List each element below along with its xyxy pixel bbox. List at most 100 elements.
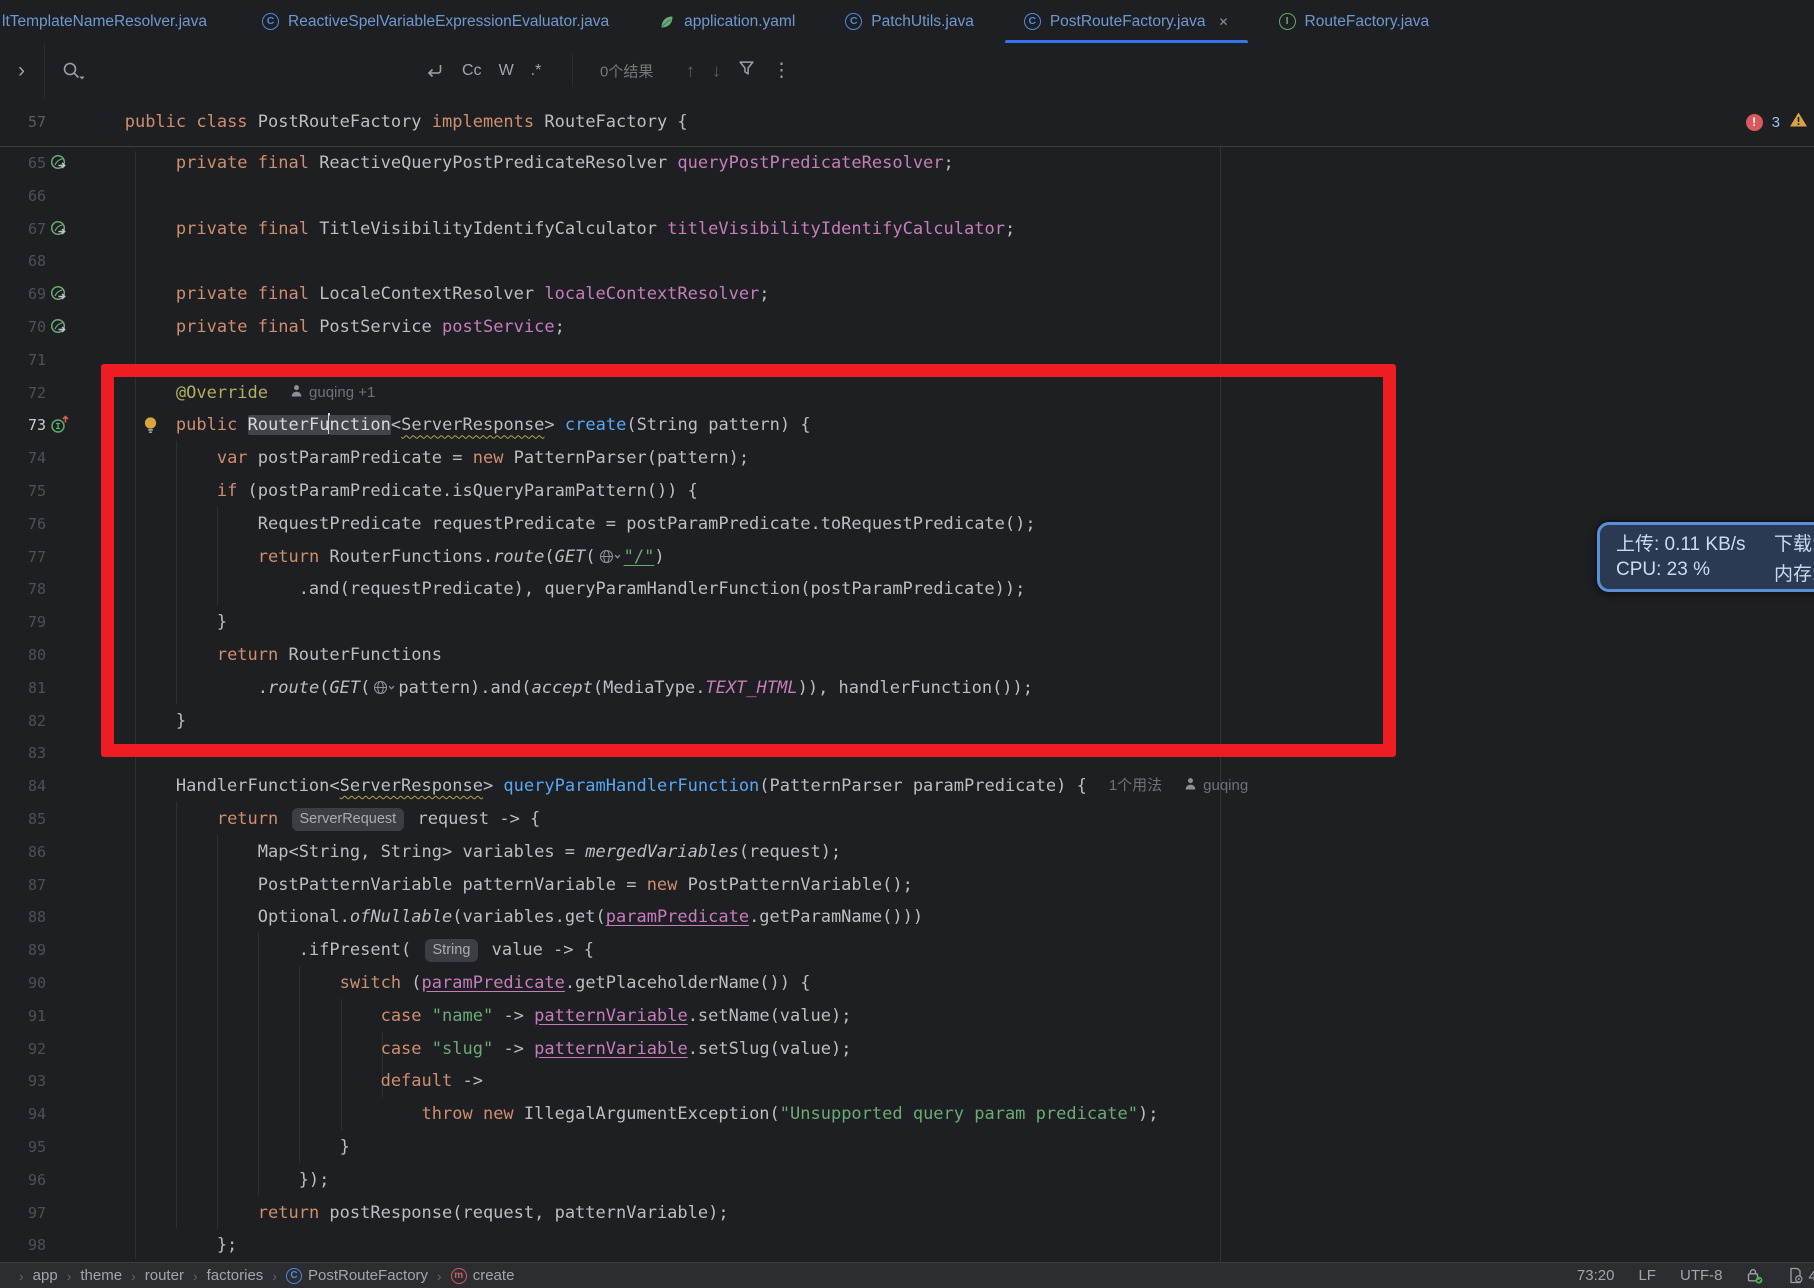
code-line-75[interactable]: 75 if (postParamPredicate.isQueryParamPa… (0, 475, 1814, 508)
line-number[interactable]: 98 (0, 1229, 46, 1262)
code-line-89[interactable]: 89 .ifPresent( String value -> { (0, 934, 1814, 967)
search-icon[interactable] (62, 61, 86, 81)
code-text[interactable]: public RouterFunction<ServerResponse> cr… (94, 409, 811, 442)
code-line-66[interactable]: 66 (0, 180, 1814, 213)
code-text[interactable]: private final ReactiveQueryPostPredicate… (94, 147, 954, 180)
status-line-ending[interactable]: LF (1638, 1267, 1656, 1284)
line-number[interactable]: 79 (0, 606, 46, 639)
line-number[interactable]: 68 (0, 245, 46, 278)
line-number[interactable]: 77 (0, 541, 46, 574)
code-line-98[interactable]: 98 }; (0, 1229, 1814, 1262)
author-hint[interactable]: guqing +1 (290, 377, 375, 410)
line-number[interactable]: 92 (0, 1033, 46, 1066)
code-text[interactable]: default -> (94, 1065, 483, 1098)
line-number[interactable]: 85 (0, 803, 46, 836)
code-line-68[interactable]: 68 (0, 245, 1814, 278)
url-inlay-globe-icon[interactable] (599, 549, 621, 564)
code-line-95[interactable]: 95 } (0, 1131, 1814, 1164)
code-text[interactable]: Optional.ofNullable(variables.get(paramP… (94, 901, 923, 934)
line-number[interactable]: 87 (0, 869, 46, 902)
code-text[interactable]: @Overrideguqing +1 (94, 377, 375, 410)
code-editor[interactable]: 65 private final ReactiveQueryPostPredic… (0, 147, 1814, 1262)
tab-ReactiveSpelVariableExpressionEvaluator.java[interactable]: CReactiveSpelVariableExpressionEvaluator… (237, 0, 634, 43)
code-text[interactable]: var postParamPredicate = new PatternPars… (94, 442, 749, 475)
close-tab-icon[interactable]: ✕ (1218, 15, 1228, 29)
code-text[interactable]: HandlerFunction<ServerResponse> queryPar… (94, 770, 1248, 803)
line-number[interactable]: 97 (0, 1197, 46, 1230)
gutter-icon[interactable] (50, 153, 68, 176)
inspections-widget[interactable]: ! 3 (1746, 98, 1808, 146)
code-text[interactable]: } (94, 606, 227, 639)
line-number[interactable]: 74 (0, 442, 46, 475)
line-number[interactable]: 95 (0, 1131, 46, 1164)
code-line-96[interactable]: 96 }); (0, 1164, 1814, 1197)
tab-PatchUtils.java[interactable]: CPatchUtils.java (820, 0, 999, 43)
line-number[interactable]: 96 (0, 1164, 46, 1197)
code-text[interactable]: return RouterFunctions (94, 639, 442, 672)
code-line-67[interactable]: 67 private final TitleVisibilityIdentify… (0, 213, 1814, 246)
status-caret-position[interactable]: 73:20 (1577, 1267, 1615, 1284)
code-text[interactable]: throw new IllegalArgumentException("Unsu… (94, 1098, 1159, 1131)
code-line-88[interactable]: 88 Optional.ofNullable(variables.get(par… (0, 901, 1814, 934)
line-number[interactable]: 86 (0, 836, 46, 869)
line-number[interactable]: 70 (0, 311, 46, 344)
line-number[interactable]: 72 (0, 377, 46, 410)
code-line-93[interactable]: 93 default -> (0, 1065, 1814, 1098)
line-number[interactable]: 71 (0, 344, 46, 377)
usage-hint[interactable]: 1个用法 (1109, 770, 1162, 803)
code-line-82[interactable]: 82 } (0, 705, 1814, 738)
code-text[interactable]: case "slug" -> patternVariable.setSlug(v… (94, 1033, 851, 1066)
regex-toggle[interactable]: .* (531, 62, 542, 80)
line-number[interactable]: 94 (0, 1098, 46, 1131)
code-text[interactable]: return RouterFunctions.route(GET("/") (94, 541, 665, 574)
sticky-header-line[interactable]: 57 public class PostRouteFactory impleme… (0, 98, 1814, 147)
code-line-91[interactable]: 91 case "name" -> patternVariable.setNam… (0, 1000, 1814, 1033)
words-toggle[interactable]: W (499, 62, 514, 80)
code-line-71[interactable]: 71 (0, 344, 1814, 377)
code-line-92[interactable]: 92 case "slug" -> patternVariable.setSlu… (0, 1033, 1814, 1066)
code-text[interactable]: if (postParamPredicate.isQueryParamPatte… (94, 475, 698, 508)
gutter-icon[interactable] (50, 317, 68, 340)
code-line-72[interactable]: 72 @Overrideguqing +1 (0, 377, 1814, 410)
line-number[interactable]: 93 (0, 1065, 46, 1098)
code-line-70[interactable]: 70 private final PostService postService… (0, 311, 1814, 344)
code-text[interactable]: case "name" -> patternVariable.setName(v… (94, 1000, 851, 1033)
url-inlay-globe-icon[interactable] (373, 680, 395, 695)
code-line-76[interactable]: 76 RequestPredicate requestPredicate = p… (0, 508, 1814, 541)
line-number[interactable]: 78 (0, 573, 46, 606)
code-line-97[interactable]: 97 return postResponse(request, patternV… (0, 1197, 1814, 1230)
tab-PostRouteFactory.java[interactable]: CPostRouteFactory.java✕ (999, 0, 1254, 43)
code-line-69[interactable]: 69 private final LocaleContextResolver l… (0, 278, 1814, 311)
line-number[interactable]: 84 (0, 770, 46, 803)
code-text[interactable]: } (94, 705, 186, 738)
code-line-79[interactable]: 79 } (0, 606, 1814, 639)
code-line-94[interactable]: 94 throw new IllegalArgumentException("U… (0, 1098, 1814, 1131)
line-number[interactable]: 89 (0, 934, 46, 967)
code-line-74[interactable]: 74 var postParamPredicate = new PatternP… (0, 442, 1814, 475)
line-number[interactable]: 69 (0, 278, 46, 311)
code-line-65[interactable]: 65 private final ReactiveQueryPostPredic… (0, 147, 1814, 180)
line-number[interactable]: 75 (0, 475, 46, 508)
line-number[interactable]: 65 (0, 147, 46, 180)
status-encoding[interactable]: UTF-8 (1680, 1267, 1723, 1284)
gutter-icon[interactable] (50, 219, 68, 242)
code-text[interactable]: return postResponse(request, patternVari… (94, 1197, 729, 1230)
code-text[interactable]: private final LocaleContextResolver loca… (94, 278, 770, 311)
filter-icon[interactable] (738, 60, 755, 82)
line-number[interactable]: 90 (0, 967, 46, 1000)
code-text[interactable]: .and(requestPredicate), queryParamHandle… (94, 573, 1025, 606)
author-hint[interactable]: guqing (1184, 770, 1248, 803)
code-line-78[interactable]: 78 .and(requestPredicate), queryParamHan… (0, 573, 1814, 606)
tab-ltTemplateNameResolver.java[interactable]: ltTemplateNameResolver.java (0, 0, 237, 43)
match-case-toggle[interactable]: Cc (462, 62, 482, 80)
code-text[interactable]: }; (94, 1229, 237, 1262)
expand-search-icon[interactable]: › (18, 59, 25, 83)
code-line-87[interactable]: 87 PostPatternVariable patternVariable =… (0, 869, 1814, 902)
code-text[interactable]: } (94, 1131, 350, 1164)
line-number[interactable]: 81 (0, 672, 46, 705)
code-line-81[interactable]: 81 .route(GET(pattern).and(accept(MediaT… (0, 672, 1814, 705)
status-file-lock[interactable] (1746, 1267, 1763, 1284)
gutter-icon[interactable] (50, 415, 70, 439)
line-number[interactable]: 83 (0, 737, 46, 770)
tab-RouteFactory.java[interactable]: IRouteFactory.java (1254, 0, 1455, 43)
